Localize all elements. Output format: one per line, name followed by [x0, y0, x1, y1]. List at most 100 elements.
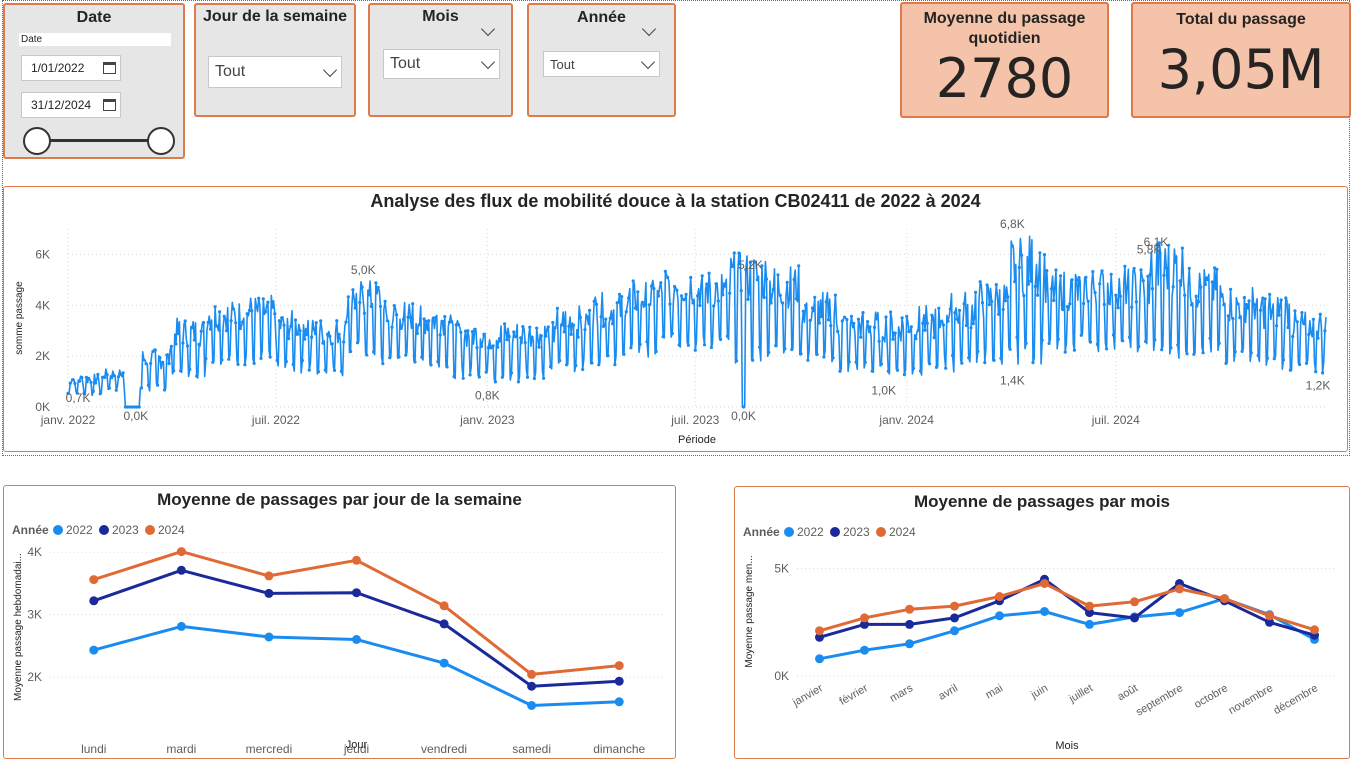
passage-point [997, 312, 1001, 316]
passage-point [1042, 253, 1047, 257]
total-passage-card: Total du passage 3,05M [1131, 2, 1351, 118]
passage-point [1258, 308, 1263, 312]
passage-point [158, 356, 162, 360]
passage-point [167, 362, 171, 366]
passage-point [638, 342, 642, 346]
passage-point [365, 353, 369, 357]
passage-point [282, 323, 286, 327]
series-point-2024 [1085, 601, 1094, 611]
passage-point [261, 297, 265, 301]
passage-point [735, 359, 739, 363]
passage-point [650, 284, 654, 288]
passage-point [1109, 272, 1113, 276]
passage-point [907, 330, 911, 334]
passage-point [121, 371, 125, 375]
x-tick-label: lundi [81, 742, 106, 756]
passage-point [1183, 293, 1187, 297]
passage-point [569, 332, 573, 336]
passage-point [468, 373, 472, 377]
series-point-2022 [527, 701, 537, 710]
passage-point [346, 295, 350, 299]
passage-point [673, 284, 677, 289]
date-range-end-handle[interactable] [147, 127, 175, 155]
year-dropdown[interactable]: Tout [543, 51, 660, 77]
calendar-icon[interactable] [103, 62, 116, 74]
end-date-value: 31/12/2024 [31, 98, 92, 112]
passage-point [275, 358, 279, 362]
passage-point [939, 320, 943, 324]
x-axis-title: Mois [1055, 740, 1079, 752]
passage-point [1127, 335, 1132, 339]
passage-point [799, 352, 803, 356]
passage-point [493, 380, 497, 384]
passage-point [877, 339, 881, 343]
passage-point [273, 312, 277, 316]
passage-point [312, 327, 316, 331]
passage-point [863, 360, 867, 364]
passage-point [774, 344, 778, 348]
passage-point [1162, 273, 1166, 277]
series-point-2022 [860, 645, 869, 655]
passage-point [891, 337, 895, 341]
passage-point [114, 388, 118, 392]
passage-point [594, 302, 599, 306]
passage-point [162, 388, 167, 392]
passage-point [987, 303, 992, 307]
weekday-slicer: Jour de la semaine Tout [194, 3, 356, 117]
passage-point [691, 301, 695, 305]
passage-point [801, 309, 805, 313]
passage-point [1206, 278, 1210, 282]
passage-point [87, 376, 91, 381]
passage-point [1017, 265, 1021, 270]
passage-point [845, 318, 849, 322]
x-axis-title: Jour [346, 739, 368, 751]
timeseries-chart: 0K 2K 4K 6K janv. 2022 juil. 2022 janv. 2023 ju… [14, 217, 1330, 446]
series-point-2022 [352, 635, 361, 644]
passage-point [1013, 280, 1017, 284]
passage-point [1210, 280, 1214, 284]
passage-point [1293, 309, 1297, 313]
date-range-start-handle[interactable] [23, 127, 51, 155]
start-date-input[interactable]: 1/01/2022 [21, 55, 121, 81]
data-label: 0,0K [731, 409, 756, 423]
passage-point [160, 360, 164, 364]
passage-point [525, 375, 530, 379]
passage-point [700, 274, 704, 278]
passage-point [581, 367, 585, 372]
x-tick-label: janv. 2023 [459, 413, 515, 427]
passage-point [199, 329, 203, 333]
passage-point [323, 368, 327, 372]
month-dropdown[interactable]: Tout [383, 49, 500, 79]
passage-point [1033, 284, 1037, 288]
passage-point [739, 289, 743, 293]
passage-point [250, 309, 254, 313]
passage-point [1185, 352, 1189, 356]
passage-point [206, 320, 210, 325]
passage-point [337, 332, 341, 336]
end-date-input[interactable]: 31/12/2024 [21, 92, 121, 118]
series-point-2024 [1220, 594, 1229, 604]
passage-point [307, 368, 311, 372]
passage-point [599, 315, 603, 319]
passage-point [576, 335, 580, 339]
passage-point [934, 365, 939, 369]
passage-point [303, 337, 307, 341]
passage-point [1003, 299, 1008, 303]
calendar-icon[interactable] [103, 99, 116, 111]
passage-point [411, 302, 415, 306]
data-label: 0,8K [475, 389, 500, 403]
passage-point [459, 330, 463, 334]
passage-point [709, 345, 714, 350]
passage-point [797, 264, 801, 268]
passage-point [321, 341, 325, 345]
passage-point [1001, 307, 1005, 312]
passage-point [666, 275, 670, 280]
passage-point [328, 334, 332, 338]
passage-point [1121, 339, 1125, 343]
passage-point [1284, 296, 1288, 300]
passage-point [1093, 291, 1097, 295]
passage-point [172, 369, 176, 373]
passage-point [588, 308, 592, 312]
passage-point [707, 271, 711, 275]
weekday-dropdown[interactable]: Tout [208, 56, 342, 88]
